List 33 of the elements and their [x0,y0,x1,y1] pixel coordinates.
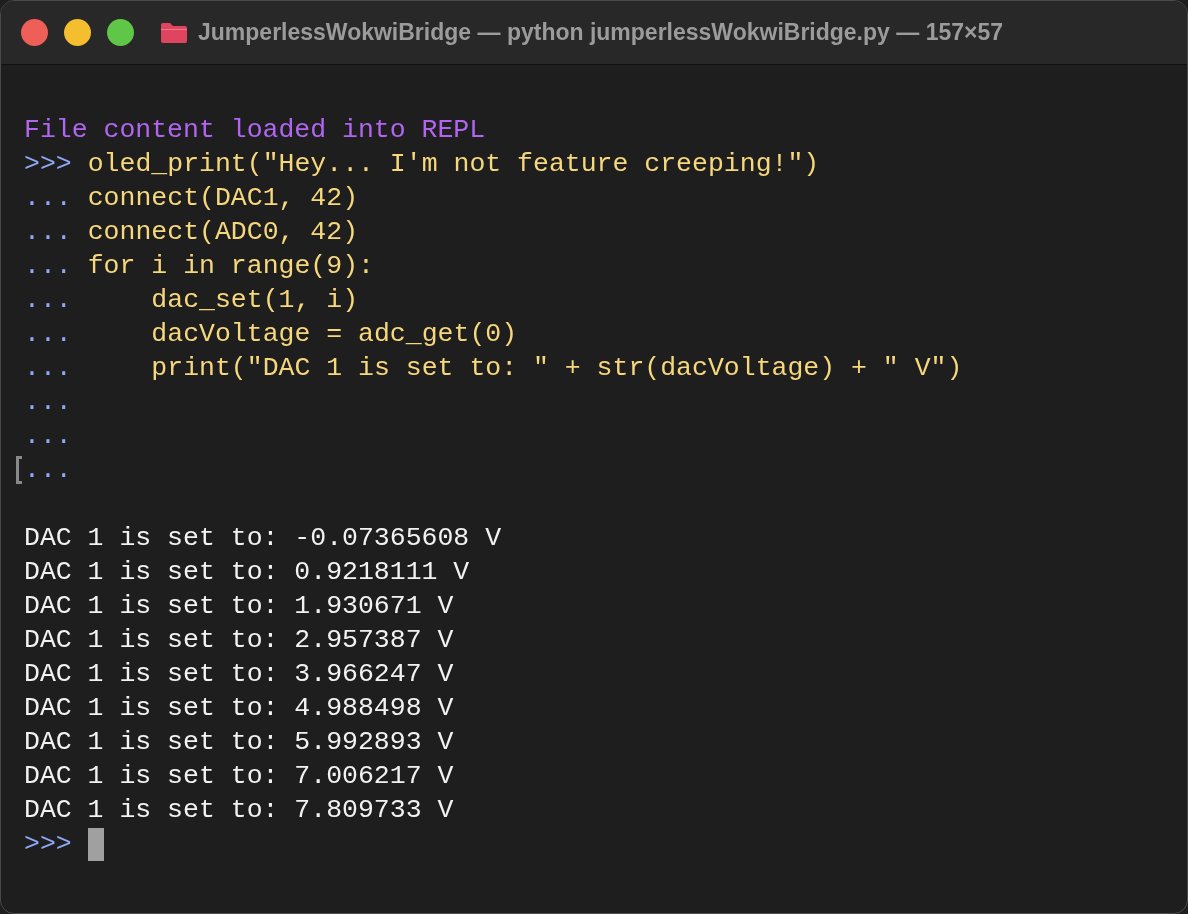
repl-prompt: ... [24,318,72,351]
output-line: DAC 1 is set to: 1.930671 V [24,590,454,623]
repl-prompt: ... [24,454,72,487]
repl-prompt: >>> [24,148,72,181]
output-line: DAC 1 is set to: 7.006217 V [24,760,454,793]
code-line: for i in range(9): [87,250,374,283]
output-line: DAC 1 is set to: 3.966247 V [24,658,454,691]
code-line: dacVoltage = adc_get(0) [150,318,518,351]
output-line: DAC 1 is set to: 4.988498 V [24,692,454,725]
output-line: DAC 1 is set to: 5.992893 V [24,726,454,759]
folder-icon [160,21,188,44]
repl-prompt: ... [24,182,72,215]
output-line: DAC 1 is set to: 0.9218111 V [24,556,470,589]
output-line: DAC 1 is set to: 7.809733 V [24,794,454,827]
window-title: JumperlessWokwiBridge — python jumperlessWokwiBridge.py — 157×57 [198,19,1004,46]
repl-prompt: ... [24,386,72,419]
repl-prompt: ... [24,352,72,385]
repl-prompt: >>> [24,828,72,861]
minimize-button[interactable] [64,19,91,46]
code-line: connect(ADC0, 42) [87,216,359,249]
code-line: connect(DAC1, 42) [87,182,359,215]
output-line: DAC 1 is set to: 2.957387 V [24,624,454,657]
output-line: DAC 1 is set to: -0.07365608 V [24,522,502,555]
code-line: print("DAC 1 is set to: " + str(dacVoltage) + " V") [150,352,963,385]
info-message: File content loaded into REPL [24,114,486,147]
repl-prompt: ... [24,420,72,453]
repl-prompt: ... [24,250,72,283]
code-line: oled_print("Hey... I'm not feature creeping!") [87,148,820,181]
zoom-button[interactable] [107,19,134,46]
repl-prompt: ... [24,216,72,249]
repl-prompt: ... [24,284,72,317]
code-line: dac_set(1, i) [150,284,359,317]
close-button[interactable] [21,19,48,46]
